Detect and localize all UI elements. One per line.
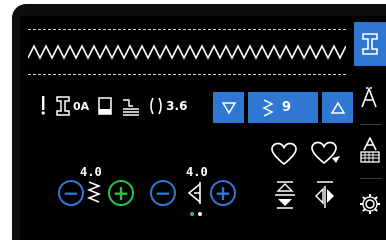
- sewing-display: 0A 3.6 9 4.0 − + 4.0 − +: [20, 16, 386, 240]
- triangle-up-icon: [330, 101, 345, 114]
- tab-font[interactable]: [354, 76, 386, 120]
- needle-icon: [40, 96, 46, 116]
- stitch-selector: 9: [213, 92, 353, 123]
- presser-foot-icon: 0A: [54, 96, 89, 116]
- stitch-foot-icon: [362, 33, 378, 55]
- length-minus-button[interactable]: −: [58, 180, 84, 206]
- tab-stitch[interactable]: [354, 22, 386, 66]
- font-a-icon: [361, 86, 377, 108]
- stitch-length-value: 4.0: [80, 165, 102, 179]
- increase-button[interactable]: [322, 92, 353, 123]
- side-tab-bar: [354, 16, 386, 240]
- width-minus-button[interactable]: −: [150, 180, 176, 206]
- stitch-info-row: 0A 3.6: [40, 94, 195, 118]
- stitch-width-icon: [187, 182, 201, 204]
- mirror-horizontal-icon[interactable]: [312, 180, 338, 210]
- preview-guide-bottom: [28, 74, 346, 75]
- stitch-number-display[interactable]: 9: [248, 92, 318, 123]
- triangle-down-icon: [221, 101, 236, 114]
- settings-gear-icon: [360, 194, 380, 214]
- tab-divider: [360, 178, 382, 179]
- feed-dog-icon: [121, 96, 141, 116]
- font-a-keyboard-icon: [360, 137, 380, 163]
- tab-settings[interactable]: [354, 182, 386, 226]
- tension-icon: 3.6: [149, 96, 187, 116]
- page-dot: [198, 212, 202, 216]
- favorite-heart-add-icon[interactable]: [310, 140, 342, 166]
- stitch-length-icon: [86, 181, 102, 203]
- preview-guide-top: [28, 29, 346, 30]
- decrease-button[interactable]: [213, 92, 244, 123]
- minus-icon: −: [154, 181, 172, 205]
- length-plus-button[interactable]: +: [108, 180, 134, 206]
- zigzag-width-icon: [262, 98, 274, 117]
- bobbin-icon: [97, 96, 113, 116]
- page-indicator: [190, 212, 206, 216]
- minus-icon: −: [62, 181, 80, 205]
- stitch-preview: [28, 24, 350, 84]
- presser-foot-label: 0A: [73, 99, 90, 113]
- favorite-heart-icon[interactable]: [270, 142, 298, 166]
- tab-font-keyboard[interactable]: [354, 128, 386, 172]
- zigzag-stitch-preview: [28, 44, 346, 60]
- stitch-number: 9: [282, 100, 292, 115]
- tension-value: 3.6: [166, 99, 188, 113]
- plus-icon: +: [214, 181, 232, 205]
- width-plus-button[interactable]: +: [210, 180, 236, 206]
- stitch-width-value: 4.0: [186, 165, 208, 179]
- plus-icon: +: [112, 181, 130, 205]
- tab-divider: [360, 124, 382, 125]
- page-dot-active: [190, 212, 194, 216]
- mirror-vertical-icon[interactable]: [273, 180, 297, 210]
